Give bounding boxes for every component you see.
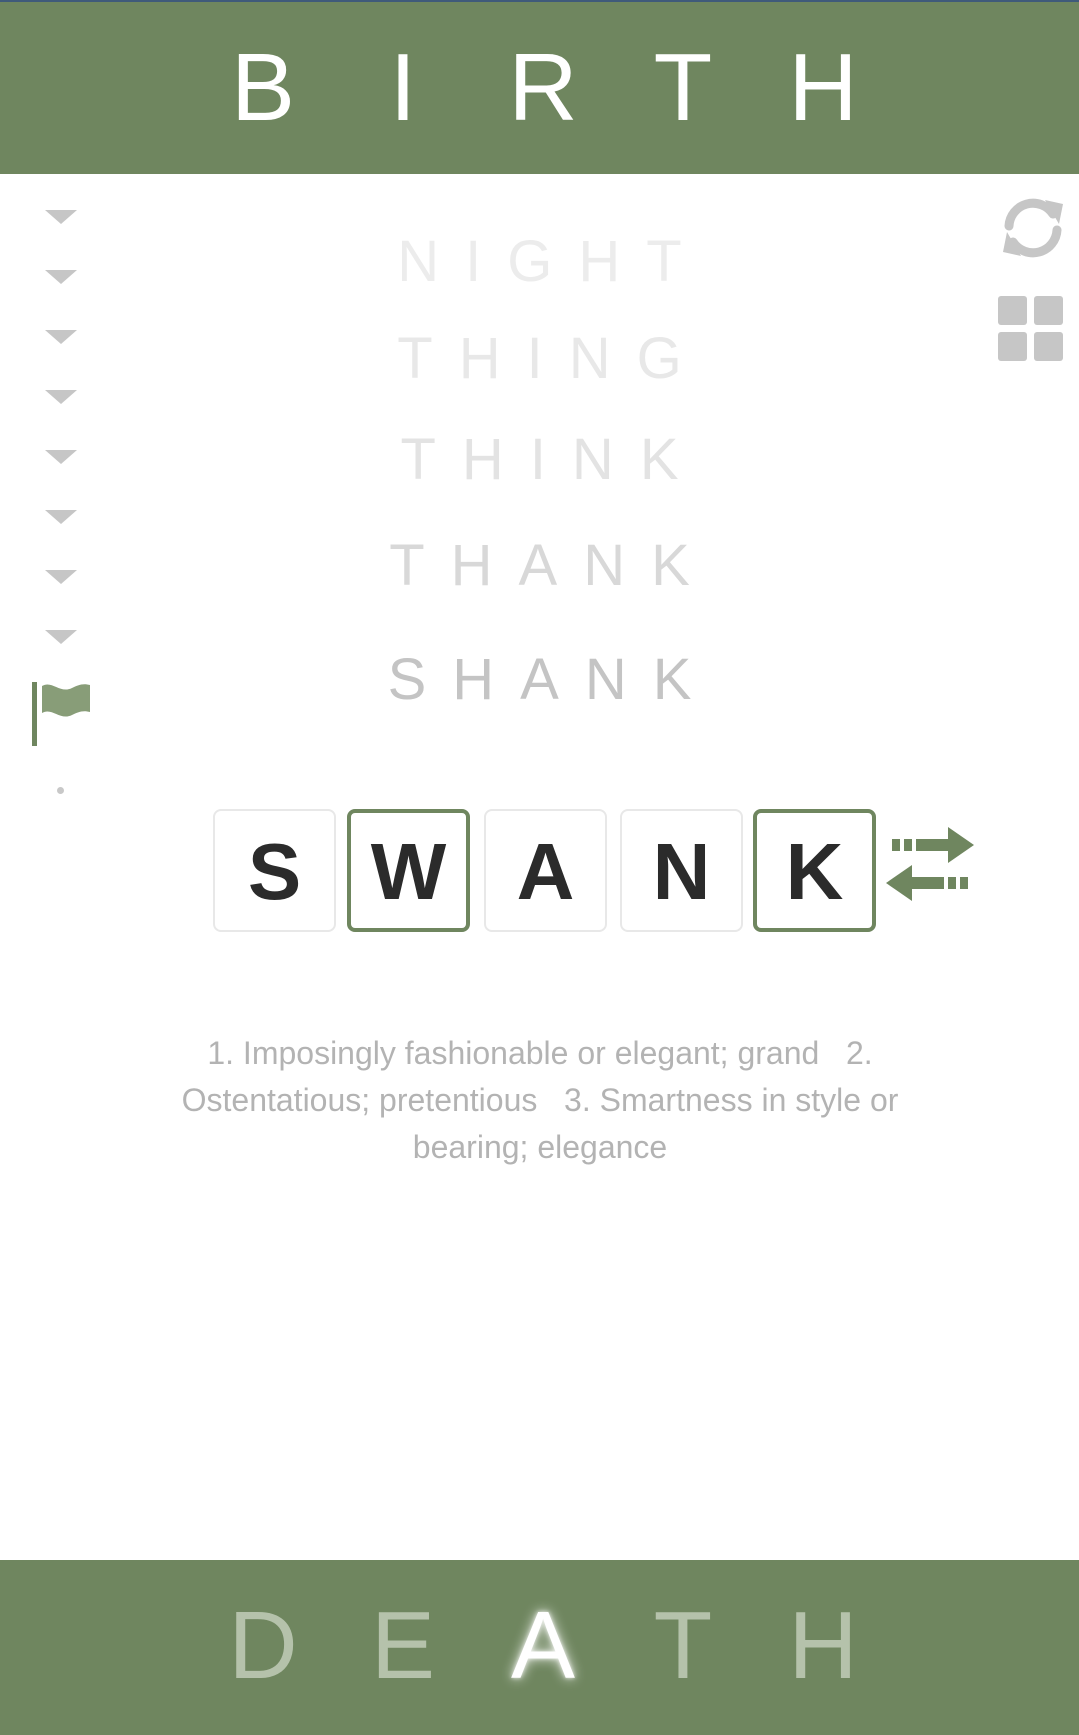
target-letter: T — [653, 1592, 713, 1699]
caret-down-icon — [45, 210, 77, 224]
ladder-word: THINK — [400, 427, 705, 492]
ladder-word: THANK — [389, 533, 716, 598]
letter-tile[interactable]: N — [620, 809, 743, 932]
letter-tile[interactable]: S — [213, 809, 336, 932]
letter-tile-highlighted[interactable]: W — [347, 809, 470, 932]
caret-down-icon — [45, 390, 77, 404]
target-word-banner: D E A T H — [0, 1560, 1079, 1735]
game-screen: B I R T H NIGHT THING THINK THANK SHANK … — [0, 0, 1079, 1735]
ladder-word: NIGHT — [397, 229, 708, 294]
refresh-icon[interactable] — [997, 192, 1069, 264]
letter-tile-highlighted[interactable]: K — [753, 809, 876, 932]
target-letter: E — [370, 1592, 436, 1699]
caret-down-icon — [45, 510, 77, 524]
start-letter: T — [653, 34, 713, 141]
target-letter: D — [228, 1592, 298, 1699]
start-letter: R — [508, 34, 578, 141]
swap-arrows-icon[interactable] — [884, 825, 976, 905]
caret-down-icon — [45, 630, 77, 644]
letter-tile[interactable]: A — [484, 809, 607, 932]
start-letter: H — [788, 34, 858, 141]
ladder-word: THING — [397, 326, 708, 391]
word-definition: 1. Imposingly fashionable or elegant; gr… — [181, 1035, 908, 1165]
target-letter: H — [788, 1592, 858, 1699]
grid-icon[interactable] — [998, 296, 1064, 362]
target-letter-matched: A — [510, 1592, 576, 1699]
start-word-banner: B I R T H — [0, 2, 1079, 174]
ladder-word: SHANK — [387, 647, 718, 712]
progress-dot — [57, 787, 64, 794]
start-letter: I — [389, 34, 417, 141]
start-letter: B — [230, 34, 296, 141]
